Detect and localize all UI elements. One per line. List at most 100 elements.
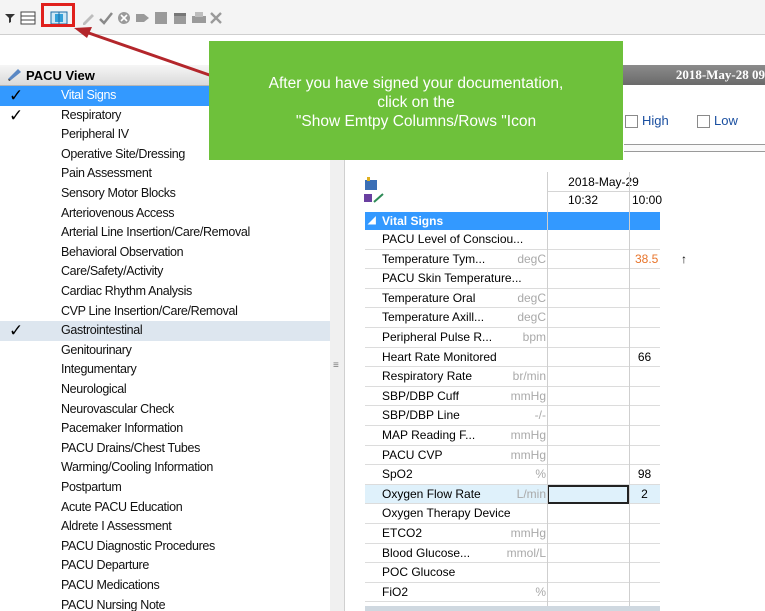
calendar-icon[interactable] <box>172 10 188 26</box>
nav-item-label: Aldrete I Assessment <box>61 519 172 534</box>
row-value[interactable]: 66 <box>629 350 660 364</box>
row-value[interactable]: 2 <box>629 487 660 501</box>
print-icon[interactable] <box>190 10 208 26</box>
nav-item[interactable]: Neurovascular Check <box>0 400 330 420</box>
toolbar <box>0 0 765 35</box>
row-unit: mmol/L <box>506 545 546 560</box>
grid-row[interactable]: FiO2% <box>365 583 660 603</box>
nav-item-label: PACU Drains/Chest Tubes <box>61 440 200 455</box>
checkmark-icon[interactable] <box>98 10 114 26</box>
nav-item[interactable]: Behavioral Observation <box>0 243 330 263</box>
callout-line-2: click on the <box>377 94 455 111</box>
nav-item[interactable]: Acute PACU Education <box>0 498 330 518</box>
nav-item[interactable]: PACU Nursing Note <box>0 596 330 611</box>
grid-row[interactable]: Temperature Oral degC <box>365 289 660 309</box>
row-unit: mmHg <box>510 388 546 403</box>
nav-item[interactable]: Care/Safety/Activity <box>0 262 330 282</box>
grid-row[interactable]: PACU Skin Temperature... <box>365 269 660 289</box>
row-label: Respiratory Rate <box>382 369 473 384</box>
column-divider <box>629 172 630 611</box>
splitter[interactable]: ≡ <box>330 86 345 611</box>
nav-item[interactable]: Genitourinary <box>0 341 330 361</box>
nav-item-label: Genitourinary <box>61 342 132 357</box>
nav-item[interactable]: PACU Diagnostic Procedures <box>0 537 330 557</box>
row-unit: mmHg <box>510 447 546 462</box>
row-label: Temperature Axill... <box>382 310 485 325</box>
grid-row[interactable]: POC Glucose <box>365 563 660 583</box>
row-value[interactable]: 38.5 <box>635 252 666 266</box>
high-checkbox[interactable] <box>625 115 638 128</box>
nav-item-label: Acute PACU Education <box>61 499 183 514</box>
nav-item[interactable]: Warming/Cooling Information <box>0 458 330 478</box>
nav-item[interactable]: ✓ Gastrointestinal <box>0 321 330 341</box>
row-label: Heart Rate Monitored <box>382 349 497 364</box>
nav-item-label: Postpartum <box>61 480 122 494</box>
nav-item[interactable]: Cardiac Rhythm Analysis <box>0 282 330 302</box>
nav-item-label: Sensory Motor Blocks <box>61 186 176 200</box>
active-cell[interactable] <box>547 484 629 505</box>
grid-row[interactable]: Heart Rate Monitored 66 <box>365 348 660 368</box>
high-arrow-icon: ↑ <box>681 251 687 266</box>
grid-row[interactable]: Temperature Tym... degC 38.5 ↑ <box>365 250 687 270</box>
grid-row[interactable]: SBP/DBP Cuff mmHg <box>365 387 660 407</box>
checkmark-icon: ✓ <box>9 86 23 105</box>
nav-item-label: Cardiac Rhythm Analysis <box>61 284 192 298</box>
grid-time-1[interactable]: 10:32 <box>555 193 611 207</box>
nav-item-label: Arterial Line Insertion/Care/Removal <box>61 225 250 240</box>
grid-row[interactable]: Oxygen Therapy Device <box>365 504 660 524</box>
grid-row[interactable]: MAP Reading F... mmHg <box>365 426 660 446</box>
grid-icon[interactable] <box>20 10 36 26</box>
grid-row[interactable]: SpO2% 98 <box>365 465 660 485</box>
nav-item-label: Peripheral IV <box>61 127 129 142</box>
grid-row[interactable]: ETCO2 mmHg <box>365 524 660 544</box>
grid-row[interactable]: PACU Level of Consciou... <box>365 230 660 250</box>
grid-time-2[interactable]: 10:00 <box>619 193 675 207</box>
nav-item[interactable]: Aldrete I Assessment <box>0 517 330 537</box>
checkmark-icon: ✓ <box>9 105 23 125</box>
grid-row[interactable]: PACU CVP mmHg <box>365 446 660 466</box>
grid-row[interactable]: Respiratory Rate br/min <box>365 367 660 387</box>
row-unit: degC <box>517 290 546 305</box>
row-value[interactable]: 98 <box>629 467 660 481</box>
collapse-triangle-icon[interactable]: ◢ <box>368 212 376 230</box>
section-vital-signs[interactable]: ◢ Vital Signs <box>365 212 660 230</box>
nav-item-label: Integumentary <box>61 362 137 377</box>
nav-item[interactable]: Pacemaker Information <box>0 419 330 439</box>
nav-item-label: PACU Medications <box>61 578 160 592</box>
nav-item[interactable]: Postpartum <box>0 478 330 498</box>
grid-row[interactable]: Oxygen Flow Rate L/min 2 <box>365 484 660 505</box>
row-unit: mmHg <box>510 526 546 540</box>
flowsheet-icon[interactable] <box>361 176 385 209</box>
row-label: PACU Skin Temperature... <box>382 271 522 286</box>
grid-header: 2018-May-29 10:32 10:00 <box>364 172 662 213</box>
row-unit: L/min <box>516 486 546 501</box>
table-icon[interactable] <box>153 10 169 26</box>
nav-item[interactable]: CVP Line Insertion/Care/Removal <box>0 302 330 322</box>
nav-item[interactable]: Integumentary <box>0 360 330 380</box>
nav-item[interactable]: PACU Drains/Chest Tubes <box>0 439 330 459</box>
nav-item[interactable]: PACU Departure <box>0 556 330 576</box>
grid-row[interactable]: SBP/DBP Line -/- <box>365 406 660 426</box>
grid-row[interactable]: Temperature Axill... degC <box>365 308 660 328</box>
filter-icon[interactable] <box>4 10 16 26</box>
nav-item-label: Respiratory <box>61 107 122 122</box>
nav-item[interactable]: Sensory Motor Blocks <box>0 184 330 204</box>
low-checkbox[interactable] <box>697 115 710 128</box>
grid-row[interactable]: Peripheral Pulse R... bpm <box>365 328 660 348</box>
nav-item[interactable]: Arterial Line Insertion/Care/Removal <box>0 223 330 243</box>
row-label: SpO2 <box>382 467 413 482</box>
nav-item[interactable]: Pain Assessment <box>0 164 330 184</box>
next-section-stub <box>365 606 660 611</box>
clear-icon[interactable] <box>116 10 132 26</box>
nav-item-label: Warming/Cooling Information <box>61 460 213 475</box>
splitter-grip-icon: ≡ <box>333 360 339 371</box>
nav-item[interactable]: Arteriovenous Access <box>0 204 330 224</box>
sign-pen-icon[interactable] <box>80 10 96 26</box>
tag-icon[interactable] <box>135 10 151 26</box>
nav-item[interactable]: PACU Medications <box>0 576 330 596</box>
high-label: High <box>642 113 669 128</box>
grid-row[interactable]: Blood Glucose... mmol/L <box>365 544 660 564</box>
close-x-icon[interactable] <box>209 10 223 26</box>
nav-item[interactable]: Neurological <box>0 380 330 400</box>
nav-item-label: Neurovascular Check <box>61 401 174 416</box>
